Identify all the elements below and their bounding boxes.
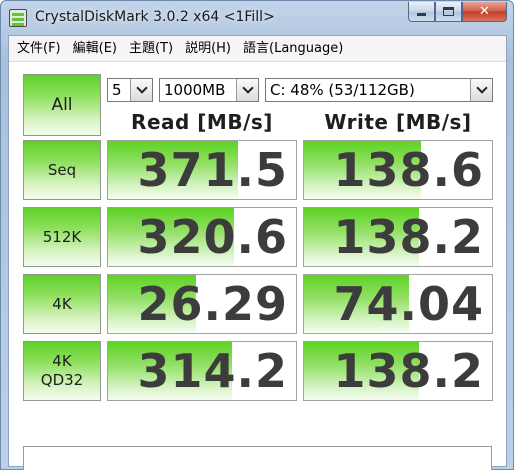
test-button-0[interactable]: Seq <box>23 140 101 200</box>
client-area: 文件(F) 編輯(E) 主題(T) 説明(H) 語言(Language) All… <box>8 35 507 470</box>
test-button-3[interactable]: 4K QD32 <box>23 341 101 401</box>
drive-value: C: 48% (53/112GB) <box>270 81 415 99</box>
close-icon: ✕ <box>479 4 490 19</box>
chevron-down-icon[interactable] <box>236 79 258 101</box>
chevron-down-icon[interactable] <box>470 79 492 101</box>
read-column-header: Read [MB/s] <box>131 110 273 134</box>
window-title: CrystalDiskMark 3.0.2 x64 <1Fill> <box>35 9 275 25</box>
test-button-1[interactable]: 512K <box>23 207 101 267</box>
test-button-2[interactable]: 4K <box>23 274 101 334</box>
title-bar[interactable]: CrystalDiskMark 3.0.2 x64 <1Fill> ✕ <box>1 1 513 35</box>
menu-language[interactable]: 語言(Language) <box>237 38 349 60</box>
chevron-down-icon[interactable] <box>130 79 152 101</box>
test-count-value: 5 <box>112 81 122 99</box>
write-column-header: Write [MB/s] <box>324 110 472 134</box>
menu-theme[interactable]: 主題(T) <box>123 38 179 60</box>
app-icon[interactable] <box>9 9 27 27</box>
write-value: 138.6 <box>333 143 484 197</box>
read-value: 320.6 <box>137 210 288 264</box>
write-value: 138.2 <box>333 344 484 398</box>
read-result-cell: 26.29 <box>107 274 297 334</box>
test-count-select[interactable]: 5 <box>107 78 153 102</box>
close-button[interactable]: ✕ <box>462 2 507 22</box>
write-result-cell: 138.2 <box>303 207 493 267</box>
read-result-cell: 371.5 <box>107 140 297 200</box>
menu-help[interactable]: 説明(H) <box>179 38 237 60</box>
test-size-select[interactable]: 1000MB <box>159 78 259 102</box>
read-value: 26.29 <box>137 277 288 331</box>
menu-bar: 文件(F) 編輯(E) 主題(T) 説明(H) 語言(Language) <box>9 36 506 62</box>
benchmark-panel: All 5 1000MB C: 48% (53/112GB) Read [MB/… <box>9 62 506 470</box>
read-value: 314.2 <box>137 344 288 398</box>
write-value: 74.04 <box>333 277 484 331</box>
maximize-icon <box>443 7 454 16</box>
menu-file[interactable]: 文件(F) <box>11 38 67 60</box>
all-button[interactable]: All <box>23 74 101 136</box>
test-size-value: 1000MB <box>164 81 226 99</box>
maximize-button[interactable] <box>435 2 462 22</box>
read-value: 371.5 <box>137 143 288 197</box>
write-value: 138.2 <box>333 210 484 264</box>
window-controls: ✕ <box>408 2 507 23</box>
read-result-cell: 314.2 <box>107 341 297 401</box>
minimize-button[interactable] <box>408 2 435 22</box>
comment-field[interactable] <box>23 446 492 470</box>
write-result-cell: 138.6 <box>303 140 493 200</box>
write-result-cell: 138.2 <box>303 341 493 401</box>
minimize-icon <box>417 13 426 16</box>
read-result-cell: 320.6 <box>107 207 297 267</box>
app-window: CrystalDiskMark 3.0.2 x64 <1Fill> ✕ 文件(F… <box>0 0 514 470</box>
drive-select[interactable]: C: 48% (53/112GB) <box>265 78 493 102</box>
write-result-cell: 74.04 <box>303 274 493 334</box>
menu-edit[interactable]: 編輯(E) <box>67 38 123 60</box>
